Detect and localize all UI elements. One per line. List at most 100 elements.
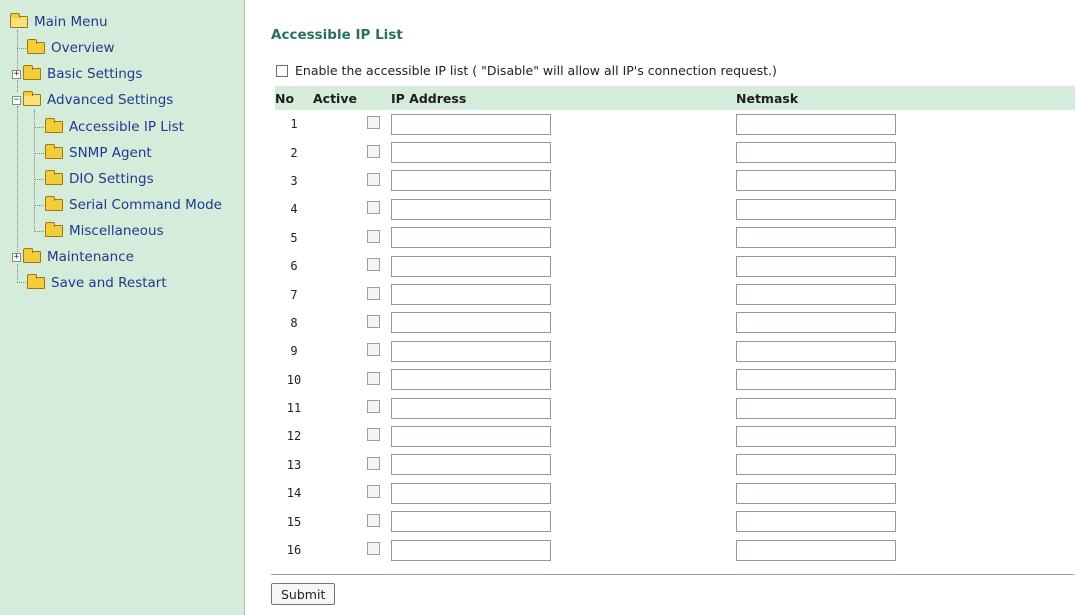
sidebar-item-dio-settings[interactable]: DIO Settings — [45, 168, 154, 190]
ip-address-cell — [391, 224, 736, 252]
active-cell — [313, 224, 391, 252]
ip-address-input[interactable] — [391, 113, 551, 135]
active-checkbox[interactable] — [367, 485, 380, 499]
active-checkbox[interactable] — [367, 258, 380, 272]
ip-address-input[interactable] — [391, 454, 551, 476]
active-checkbox[interactable] — [367, 400, 380, 414]
ip-address-input[interactable] — [391, 340, 551, 362]
ip-address-input[interactable] — [391, 482, 551, 504]
netmask-cell — [736, 394, 1075, 422]
ip-address-input[interactable] — [391, 198, 551, 220]
enable-ip-list-checkbox[interactable] — [276, 64, 288, 77]
active-checkbox[interactable] — [367, 428, 380, 442]
active-cell — [313, 507, 391, 535]
active-cell — [313, 394, 391, 422]
sidebar-item-main-menu[interactable]: Main Menu — [10, 11, 108, 33]
active-checkbox[interactable] — [367, 172, 380, 186]
active-checkbox[interactable] — [367, 456, 380, 470]
netmask-input[interactable] — [736, 539, 896, 561]
active-checkbox[interactable] — [367, 371, 380, 385]
page-title: Accessible IP List — [271, 27, 403, 43]
netmask-input[interactable] — [736, 227, 896, 249]
netmask-input[interactable] — [736, 511, 896, 533]
sidebar-item-serial-command-mode[interactable]: Serial Command Mode — [45, 194, 222, 216]
expand-plus-icon[interactable]: + — [12, 252, 21, 262]
expand-plus-icon[interactable]: + — [12, 69, 21, 79]
netmask-input[interactable] — [736, 170, 896, 192]
ip-address-input[interactable] — [391, 142, 551, 164]
active-checkbox[interactable] — [367, 286, 380, 300]
collapse-minus-icon[interactable]: − — [12, 95, 21, 105]
netmask-input[interactable] — [736, 142, 896, 164]
ip-address-input[interactable] — [391, 170, 551, 192]
netmask-input[interactable] — [736, 454, 896, 476]
netmask-input[interactable] — [736, 113, 896, 135]
table-row: 9 — [275, 337, 1075, 365]
table-row: 11 — [275, 394, 1075, 422]
tree-line — [34, 110, 35, 232]
row-number: 6 — [290, 259, 298, 274]
sidebar-item-label: Save and Restart — [51, 275, 167, 291]
ip-address-cell — [391, 252, 736, 280]
tree-line — [17, 48, 26, 49]
submit-button[interactable]: Submit — [271, 583, 336, 605]
sidebar-item-maintenance[interactable]: + Maintenance — [12, 246, 134, 268]
netmask-input[interactable] — [736, 312, 896, 334]
sidebar-item-save-and-restart[interactable]: Save and Restart — [27, 272, 167, 294]
netmask-cell — [736, 422, 1075, 450]
folder-icon — [45, 118, 63, 133]
netmask-input[interactable] — [736, 284, 896, 306]
ip-address-input[interactable] — [391, 284, 551, 306]
active-checkbox[interactable] — [367, 201, 380, 215]
ip-address-cell — [391, 110, 736, 138]
ip-address-cell — [391, 394, 736, 422]
folder-icon — [23, 65, 41, 80]
ip-address-input[interactable] — [391, 425, 551, 447]
netmask-input[interactable] — [736, 198, 896, 220]
active-checkbox[interactable] — [367, 229, 380, 243]
folder-icon — [23, 248, 41, 263]
sidebar-item-miscellaneous[interactable]: Miscellaneous — [45, 220, 164, 242]
netmask-input[interactable] — [736, 482, 896, 504]
ip-address-input[interactable] — [391, 312, 551, 334]
tree-line — [34, 127, 44, 128]
active-checkbox[interactable] — [367, 343, 380, 357]
row-number: 16 — [286, 543, 302, 558]
active-cell — [313, 167, 391, 195]
nav-tree: Main Menu Overview + Basic Settings − Ad… — [0, 0, 244, 615]
column-header-no: No — [275, 90, 295, 106]
active-cell — [313, 110, 391, 138]
ip-address-cell — [391, 138, 736, 166]
ip-address-input[interactable] — [391, 255, 551, 277]
table-row: 5 — [275, 224, 1075, 252]
netmask-input[interactable] — [736, 425, 896, 447]
sidebar-item-snmp-agent[interactable]: SNMP Agent — [45, 142, 152, 164]
netmask-input[interactable] — [736, 255, 896, 277]
table-row: 7 — [275, 280, 1075, 308]
sidebar-item-advanced-settings[interactable]: − Advanced Settings — [12, 89, 173, 111]
netmask-input[interactable] — [736, 369, 896, 391]
active-cell — [313, 309, 391, 337]
netmask-cell — [736, 366, 1075, 394]
sidebar-item-accessible-ip-list[interactable]: Accessible IP List — [45, 116, 184, 138]
tree-line — [34, 231, 44, 232]
active-checkbox[interactable] — [367, 116, 380, 130]
ip-address-input[interactable] — [391, 539, 551, 561]
sidebar-item-basic-settings[interactable]: + Basic Settings — [12, 63, 142, 85]
netmask-input[interactable] — [736, 340, 896, 362]
active-checkbox[interactable] — [367, 542, 380, 556]
netmask-input[interactable] — [736, 397, 896, 419]
active-checkbox[interactable] — [367, 314, 380, 328]
ip-address-cell — [391, 422, 736, 450]
ip-address-input[interactable] — [391, 227, 551, 249]
folder-open-icon — [10, 13, 28, 28]
sidebar-item-overview[interactable]: Overview — [27, 37, 115, 59]
ip-address-input[interactable] — [391, 369, 551, 391]
ip-address-input[interactable] — [391, 511, 551, 533]
sidebar-item-label: Basic Settings — [47, 66, 143, 82]
table-row: 4 — [275, 195, 1075, 223]
active-checkbox[interactable] — [367, 144, 380, 158]
ip-address-input[interactable] — [391, 397, 551, 419]
active-checkbox[interactable] — [367, 513, 380, 527]
active-cell — [313, 280, 391, 308]
